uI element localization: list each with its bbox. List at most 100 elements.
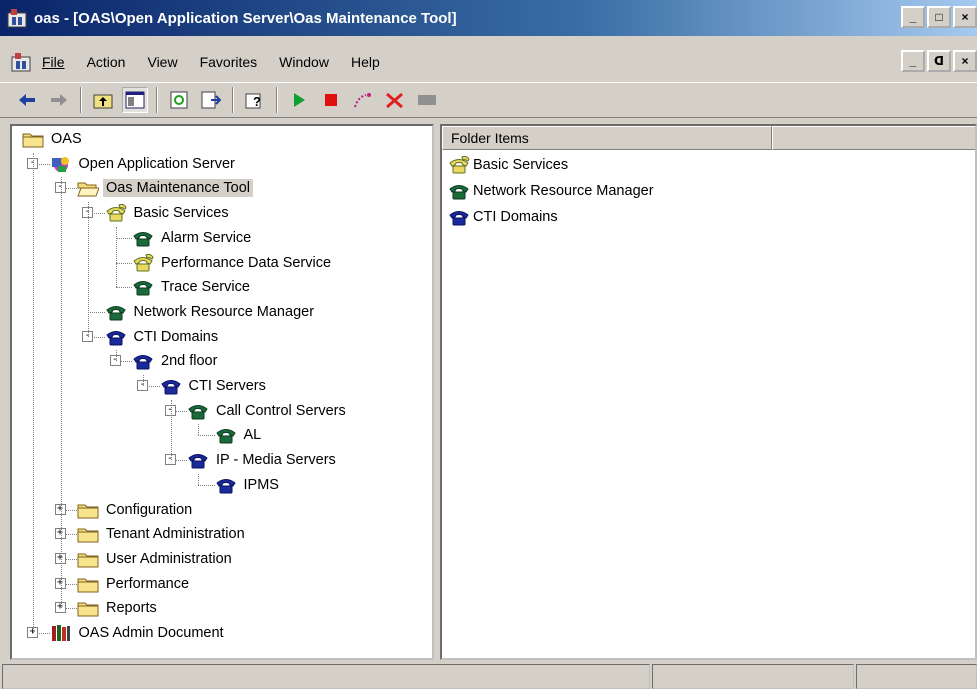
- mdi-minimize-button[interactable]: _: [901, 50, 925, 72]
- tree-connector: [88, 202, 89, 337]
- menu-favorites[interactable]: Favorites: [200, 54, 258, 70]
- connect-button[interactable]: [350, 87, 376, 113]
- tree-node-label: 2nd floor: [161, 353, 218, 370]
- menu-window[interactable]: Window: [279, 54, 329, 70]
- tree-node[interactable]: Open Application Server: [50, 153, 238, 175]
- menu-bar: File Action View Favorites Window Help: [0, 44, 977, 80]
- tree-node[interactable]: Basic Services: [105, 202, 232, 224]
- tree-node[interactable]: Performance Data Service: [132, 252, 334, 274]
- mdi-restore-button[interactable]: ᗡ: [927, 50, 951, 72]
- column-header-folder-items[interactable]: Folder Items: [442, 126, 772, 150]
- list-item[interactable]: Network Resource Manager: [448, 180, 654, 202]
- tree-node[interactable]: OAS Admin Document: [50, 622, 227, 644]
- help-button[interactable]: ?: [242, 87, 268, 113]
- pause-button[interactable]: [414, 87, 440, 113]
- phone-blue-icon: [133, 355, 153, 370]
- list-item-label: Basic Services: [473, 157, 569, 173]
- svg-text:?: ?: [253, 94, 261, 109]
- show-hide-tree-icon: [125, 91, 145, 109]
- forward-button[interactable]: [46, 87, 72, 113]
- phone-green-icon: [105, 305, 126, 321]
- stop-button[interactable]: [318, 87, 344, 113]
- tree-node-label: Performance Data Service: [161, 254, 332, 271]
- minimize-button[interactable]: _: [901, 6, 925, 28]
- folder-icon: [77, 528, 99, 543]
- start-button[interactable]: [286, 87, 312, 113]
- phone-yellow-icon: [449, 156, 470, 174]
- phone-yellow-icon: [133, 253, 154, 271]
- tree-connector: [198, 424, 199, 436]
- tree-node-label: Call Control Servers: [216, 402, 346, 419]
- toolbar: ?: [0, 82, 977, 118]
- window-title: oas - [OAS\Open Application Server\Oas M…: [34, 9, 457, 27]
- status-cell-main: [2, 664, 650, 689]
- tree-node[interactable]: Oas Maintenance Tool: [77, 177, 254, 199]
- tree-node[interactable]: IPMS: [215, 474, 282, 496]
- tree-node[interactable]: User Administration: [77, 548, 235, 570]
- tree-node[interactable]: Alarm Service: [132, 227, 254, 249]
- folder-icon: [77, 578, 99, 593]
- maximize-button[interactable]: □: [927, 6, 951, 28]
- tree-connector: [198, 484, 215, 486]
- menu-file[interactable]: File: [42, 54, 65, 70]
- refresh-button[interactable]: [166, 87, 192, 113]
- phone-green-icon: [133, 231, 153, 247]
- toolbar-separator: [276, 87, 278, 113]
- menu-help[interactable]: Help: [351, 54, 380, 70]
- phone-green-icon: [188, 404, 208, 420]
- list-item-label: Network Resource Manager: [473, 183, 654, 199]
- tree-node[interactable]: Configuration: [77, 499, 195, 521]
- tree-node[interactable]: Performance: [77, 573, 192, 595]
- tree-node-label: User Administration: [106, 550, 232, 567]
- tree-node-label: AL: [243, 427, 262, 444]
- show-hide-tree-button[interactable]: [122, 87, 148, 113]
- connect-icon: [354, 93, 371, 108]
- tree-node[interactable]: AL: [215, 424, 265, 446]
- tree-node-label: Reports: [106, 600, 157, 617]
- tree-node-label: CTI Domains: [133, 328, 219, 345]
- help-icon: ?: [245, 93, 261, 109]
- tree-node[interactable]: Tenant Administration: [77, 523, 248, 545]
- mdi-close-button[interactable]: ×: [953, 50, 977, 72]
- menu-view[interactable]: View: [147, 54, 177, 70]
- tree-node[interactable]: Reports: [77, 597, 160, 619]
- close-button[interactable]: ×: [953, 6, 977, 28]
- tree-connector: [115, 226, 117, 288]
- phone-blue-icon: [188, 454, 208, 469]
- list-pane[interactable]: Folder Items Basic Services Network Resou…: [440, 124, 977, 660]
- tree-connector: [33, 152, 34, 633]
- stop-icon: [325, 94, 337, 106]
- tree-node[interactable]: Network Resource Manager: [105, 301, 318, 323]
- open-folder-icon: [77, 182, 99, 197]
- tree-node[interactable]: 2nd floor: [132, 350, 220, 372]
- back-button[interactable]: [14, 87, 40, 113]
- folder-icon: [77, 602, 99, 617]
- tree-node-label: Open Application Server: [78, 155, 235, 172]
- list-item[interactable]: Basic Services: [448, 154, 568, 176]
- tree-node-label: Trace Service: [161, 279, 250, 296]
- tree-node[interactable]: IP - Media Servers: [187, 449, 339, 471]
- tree-node[interactable]: Call Control Servers: [187, 400, 349, 422]
- column-header-empty[interactable]: [772, 126, 975, 150]
- tree-node-label: OAS Admin Document: [78, 625, 224, 641]
- menu-action[interactable]: Action: [87, 54, 126, 70]
- tree-node[interactable]: CTI Domains: [105, 326, 222, 348]
- up-one-level-button[interactable]: [90, 87, 116, 113]
- tree-node[interactable]: OAS: [22, 128, 85, 150]
- toolbar-separator: [232, 87, 234, 113]
- title-bar[interactable]: oas - [OAS\Open Application Server\Oas M…: [0, 0, 977, 36]
- tree-node[interactable]: Trace Service: [132, 276, 253, 298]
- tree-node-label: Alarm Service: [161, 229, 252, 246]
- tree-node[interactable]: CTI Servers: [160, 375, 269, 397]
- refresh-icon: [170, 91, 188, 109]
- up-folder-icon: [93, 94, 113, 109]
- tree-node-label: OAS: [51, 131, 82, 147]
- disconnect-button[interactable]: [382, 87, 408, 113]
- list-item[interactable]: CTI Domains: [448, 206, 558, 228]
- tree-pane[interactable]: OAS - Open Application Server - Oas Maintena…: [10, 124, 434, 660]
- export-list-button[interactable]: [198, 87, 224, 113]
- mmc-app-icon[interactable]: [10, 51, 32, 73]
- start-icon: [294, 93, 305, 107]
- folder-icon: [22, 133, 44, 148]
- tree-connector: [115, 237, 132, 239]
